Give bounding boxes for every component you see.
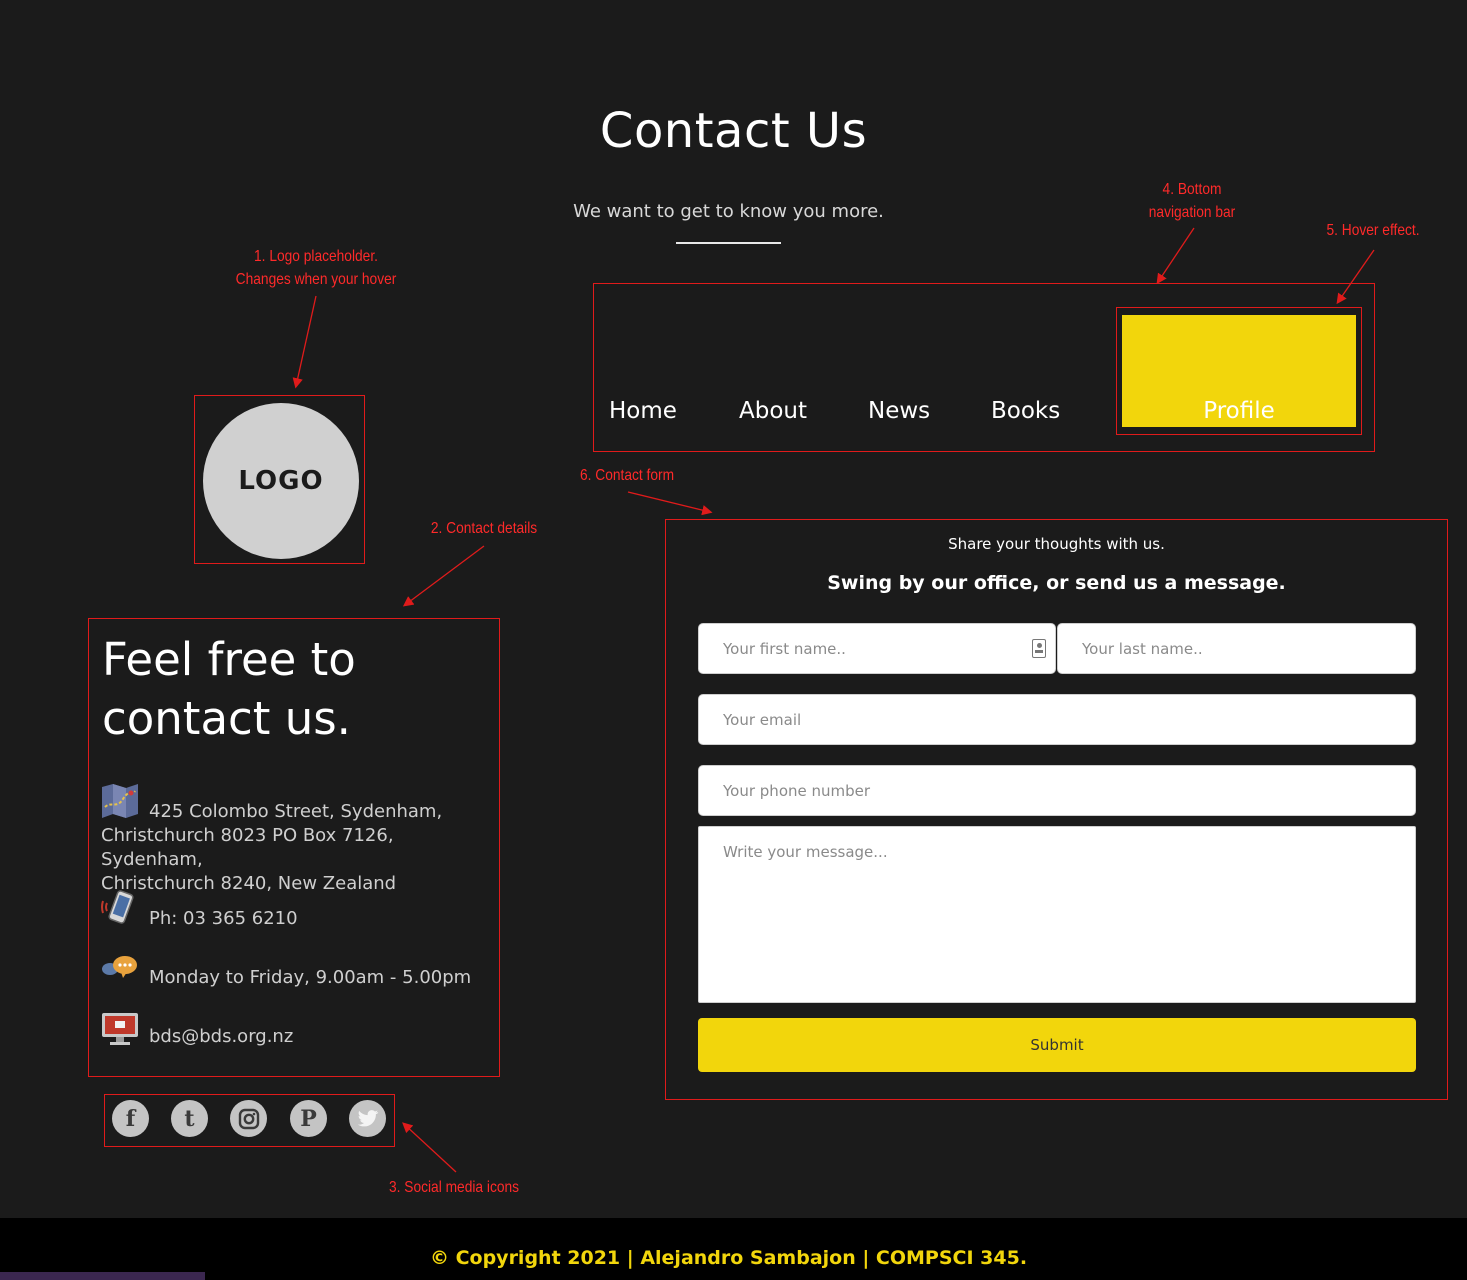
nav-books[interactable]: Books xyxy=(991,398,1060,424)
address-text: 425 Colombo Street, Sydenham, Christchur… xyxy=(101,800,496,896)
first-name-input[interactable] xyxy=(698,623,1056,674)
facebook-icon[interactable]: f xyxy=(112,1100,149,1137)
email-input[interactable] xyxy=(698,694,1416,745)
contact-heading-line1: Feel free to xyxy=(102,633,356,686)
phone-text: Ph: 03 365 6210 xyxy=(149,908,298,929)
form-swing-text: Swing by our office, or send us a messag… xyxy=(827,572,1286,594)
computer-icon xyxy=(102,1013,138,1045)
twitter-glyph xyxy=(357,1109,378,1126)
instagram-glyph xyxy=(238,1108,259,1129)
annotation-contact-details: 2. Contact details xyxy=(430,520,538,537)
annotation-nav-bar: 4. Bottom navigation bar xyxy=(1132,178,1252,224)
contact-card-icon[interactable] xyxy=(1032,639,1046,658)
annotation-nav-line2: navigation bar xyxy=(1148,204,1236,221)
logo-placeholder[interactable]: LOGO xyxy=(203,403,359,559)
annotation-logo-line1: 1. Logo placeholder. xyxy=(254,248,378,265)
page-title: Contact Us xyxy=(599,103,868,159)
contact-heading: Feel free to contact us. xyxy=(102,630,356,748)
status-strip xyxy=(0,1272,205,1280)
facebook-glyph: f xyxy=(125,1105,136,1132)
nav-about[interactable]: About xyxy=(739,398,807,424)
message-textarea[interactable] xyxy=(698,826,1416,1003)
email-text: bds@bds.org.nz xyxy=(149,1026,294,1047)
pinterest-icon[interactable]: P xyxy=(290,1100,327,1137)
hours-text: Monday to Friday, 9.00am - 5.00pm xyxy=(149,967,472,988)
annotation-logo-line2: Changes when your hover xyxy=(235,271,397,288)
annotation-social-icons: 3. Social media icons xyxy=(388,1179,520,1196)
last-name-input[interactable] xyxy=(1057,623,1416,674)
instagram-icon[interactable] xyxy=(230,1100,267,1137)
twitter-icon[interactable] xyxy=(349,1100,386,1137)
annotation-nav-line1: 4. Bottom xyxy=(1162,181,1222,198)
phone-icon xyxy=(101,890,134,924)
form-share-text: Share your thoughts with us. xyxy=(948,535,1165,553)
annotation-contact-form: 6. Contact form xyxy=(579,467,675,484)
contact-heading-line2: contact us. xyxy=(102,692,351,745)
address-line2: Christchurch 8023 PO Box 7126, Sydenham, xyxy=(101,825,394,870)
submit-button[interactable]: Submit xyxy=(698,1018,1416,1072)
tumblr-icon[interactable]: t xyxy=(171,1100,208,1137)
footer-copyright: © Copyright 2021 | Alejandro Sambajon | … xyxy=(429,1247,1028,1269)
address-line1: 425 Colombo Street, Sydenham, xyxy=(149,801,443,822)
logo-text: LOGO xyxy=(238,466,324,496)
annotation-logo: 1. Logo placeholder. Changes when your h… xyxy=(230,245,402,291)
tumblr-glyph: t xyxy=(184,1105,195,1132)
phone-input[interactable] xyxy=(698,765,1416,816)
nav-profile[interactable]: Profile xyxy=(1122,398,1356,424)
nav-home[interactable]: Home xyxy=(609,398,677,424)
nav-news[interactable]: News xyxy=(868,398,930,424)
title-underline xyxy=(676,242,781,244)
address-line3: Christchurch 8240, New Zealand xyxy=(101,873,397,894)
chat-icon xyxy=(102,956,137,978)
pinterest-glyph: P xyxy=(300,1105,317,1132)
annotation-hover-effect: 5. Hover effect. xyxy=(1326,222,1420,239)
